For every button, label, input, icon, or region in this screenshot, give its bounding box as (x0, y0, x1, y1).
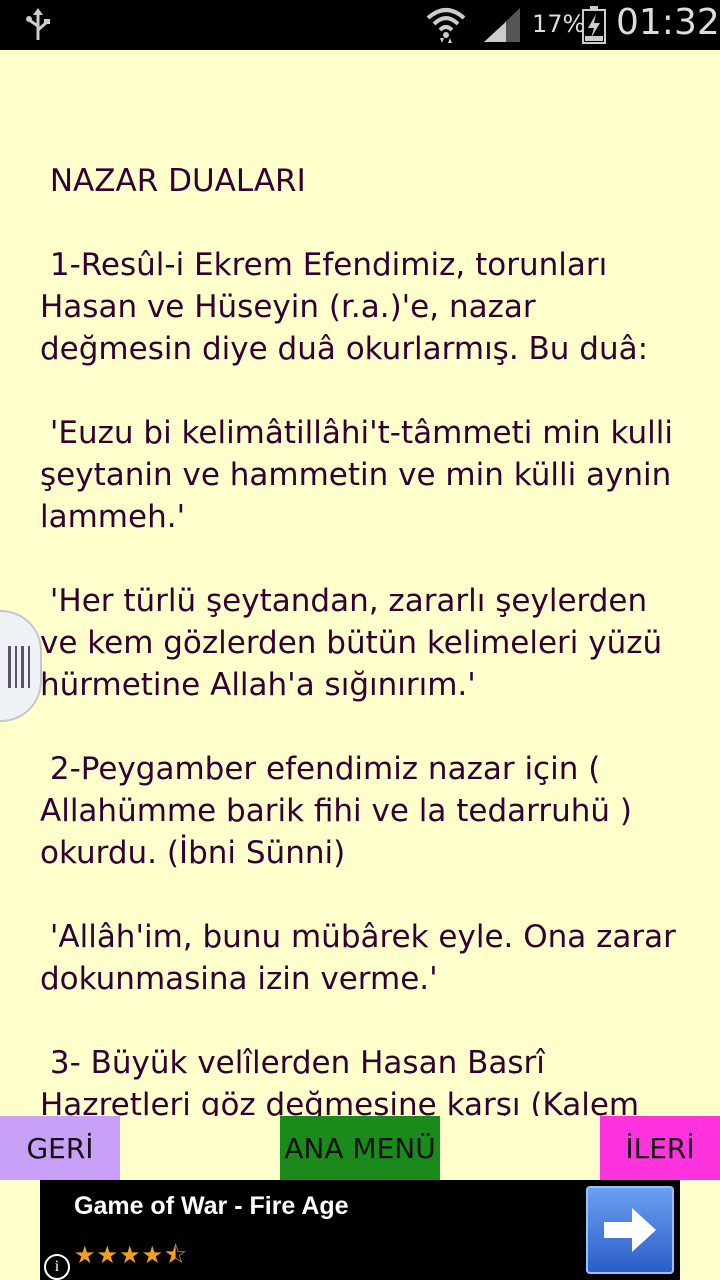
ad-banner[interactable]: Game of War - Fire Age ★★★★⯪ i (40, 1180, 680, 1280)
article-paragraph: 1-Resûl-i Ekrem Efendimiz, torunları Has… (40, 247, 649, 367)
ad-title[interactable]: Game of War - Fire Age (74, 1192, 349, 1221)
article-title: NAZAR DUALARI (49, 163, 306, 199)
next-button[interactable]: İLERİ (600, 1116, 720, 1180)
back-button[interactable]: GERİ (0, 1116, 120, 1180)
clock: 01:32 (616, 2, 720, 43)
main-menu-button[interactable]: ANA MENÜ (280, 1116, 440, 1180)
content-area[interactable]: NAZAR DUALARI 1-Resûl-i Ekrem Efendimiz,… (0, 50, 720, 1116)
wifi-icon (426, 6, 466, 48)
info-icon[interactable]: i (44, 1254, 70, 1280)
scroll-handle[interactable] (0, 610, 42, 722)
article-text: NAZAR DUALARI 1-Resûl-i Ekrem Efendimiz,… (40, 160, 690, 1116)
article-paragraph: 2-Peygamber efendimiz nazar için ( Allah… (40, 751, 632, 871)
article-paragraph: 'Euzu bi kelimâtillâhi't-tâmmeti min kul… (40, 415, 674, 535)
article-paragraph: 3- Büyük velîlerden Hasan Basrî Hazretle… (40, 1045, 640, 1116)
battery-charging-icon (582, 6, 606, 48)
article-paragraph: 'Allâh'im, bunu mübârek eyle. Ona zarar … (40, 919, 676, 997)
status-bar: 17% 01:32 (0, 0, 720, 50)
signal-icon (484, 8, 520, 46)
usb-icon (24, 8, 52, 46)
battery-percentage: 17% (532, 10, 586, 38)
article-paragraph: 'Her türlü şeytandan, zararlı şeylerden … (40, 583, 663, 703)
ad-rating-stars: ★★★★⯪ (74, 1241, 188, 1269)
arrow-right-icon[interactable] (586, 1186, 674, 1274)
nav-bar: GERİ ANA MENÜ İLERİ (0, 1116, 720, 1180)
grip-icon (8, 646, 30, 688)
